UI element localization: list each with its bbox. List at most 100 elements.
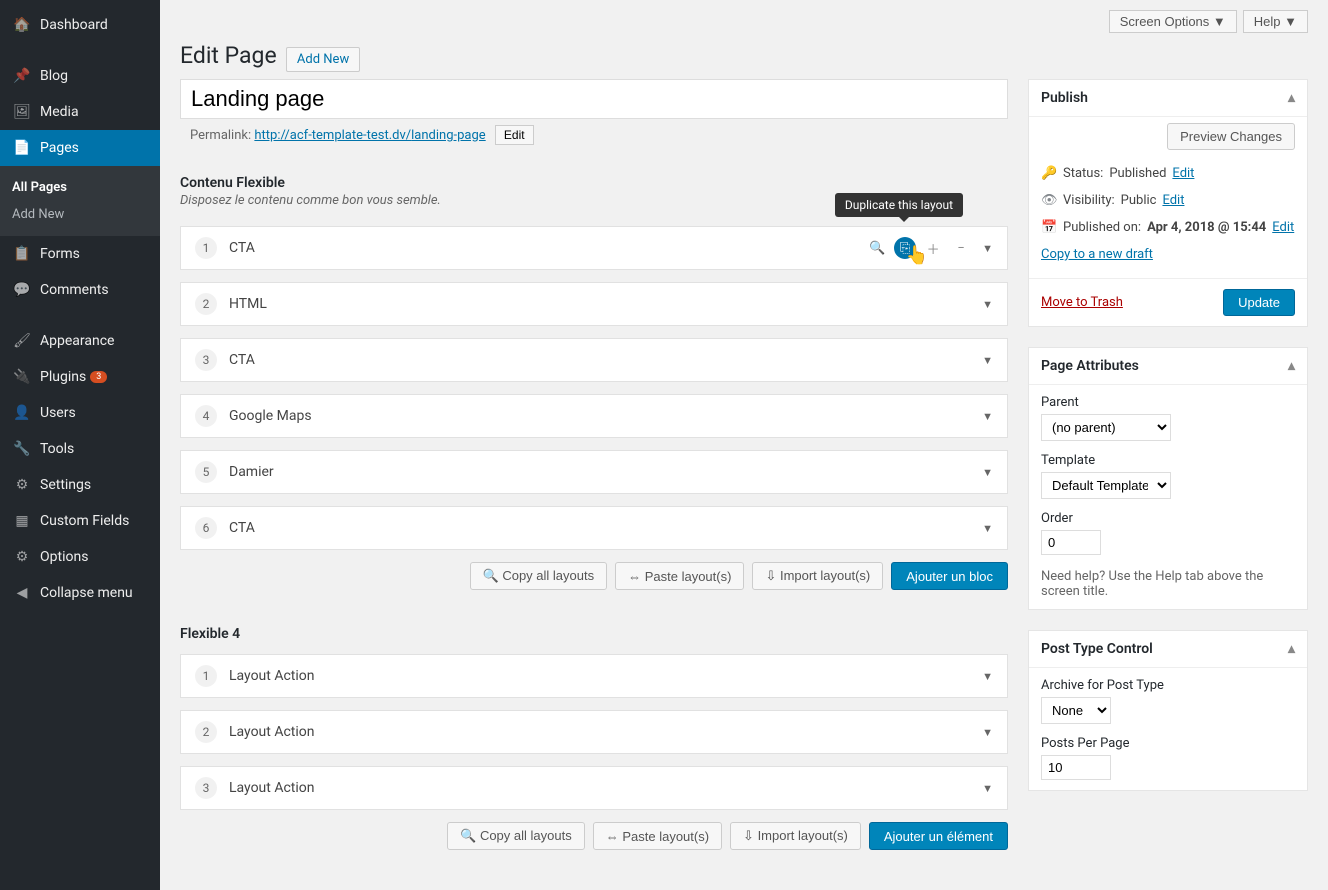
copy-draft-link[interactable]: Copy to a new draft [1041, 247, 1153, 262]
layout-number: 6 [195, 517, 217, 539]
title-input[interactable] [180, 79, 1008, 119]
post-type-box: Post Type Control▴ Archive for Post Type… [1028, 630, 1308, 791]
sidebar-item-dashboard[interactable]: 🏠Dashboard [0, 7, 160, 43]
sidebar-item-media[interactable]: 🖼Media [0, 94, 160, 130]
publish-title: Publish [1041, 90, 1088, 106]
ppp-label: Posts Per Page [1041, 736, 1295, 751]
add-new-button[interactable]: Add New [286, 47, 360, 72]
sidebar-item-label: Users [40, 405, 76, 421]
sidebar-item-settings[interactable]: ⚙Settings [0, 467, 160, 503]
comments-icon: 💬 [12, 280, 32, 300]
order-label: Order [1041, 511, 1295, 526]
layout-number: 2 [195, 721, 217, 743]
archive-select[interactable]: None [1041, 697, 1111, 724]
flexible2-title: Flexible 4 [180, 626, 1008, 642]
page-attrs-title: Page Attributes [1041, 358, 1139, 374]
layout-row[interactable]: 3 Layout Action ▼ [180, 766, 1008, 810]
sidebar-item-custom-fields[interactable]: ▦Custom Fields [0, 503, 160, 539]
sidebar-item-options[interactable]: ⚙Options [0, 539, 160, 575]
flexible1-title: Contenu Flexible [180, 175, 1008, 191]
layout-number: 4 [195, 405, 217, 427]
page-attrs-help: Need help? Use the Help tab above the sc… [1041, 569, 1295, 599]
collapse-box-icon[interactable]: ▴ [1288, 90, 1295, 106]
parent-select[interactable]: (no parent) [1041, 414, 1171, 441]
template-select[interactable]: Default Template [1041, 472, 1171, 499]
sidebar-item-label: Dashboard [40, 17, 108, 33]
forms-icon: 📋 [12, 244, 32, 264]
options-icon: ⚙ [12, 547, 32, 567]
collapse-box-icon[interactable]: ▴ [1288, 641, 1295, 657]
collapse-toggle-icon[interactable]: ▼ [982, 298, 993, 311]
copy-layouts-button[interactable]: 🔍 Copy all layouts [447, 822, 585, 850]
move-to-trash-link[interactable]: Move to Trash [1041, 295, 1123, 310]
help-button[interactable]: Help ▼ [1243, 10, 1308, 33]
update-button[interactable]: Update [1223, 289, 1295, 316]
layout-label: Damier [229, 464, 978, 480]
duplicate-icon[interactable]: ⎘ [894, 237, 916, 259]
collapse-toggle-icon[interactable]: ▼ [982, 670, 993, 683]
layout-row[interactable]: 6 CTA ▼ [180, 506, 1008, 550]
paste-layouts-button[interactable]: ⇔ Paste layout(s) [615, 562, 744, 590]
sidebar-item-label: Blog [40, 68, 68, 84]
collapse-toggle-icon[interactable]: ▼ [982, 726, 993, 739]
layout-row[interactable]: 2 HTML ▼ [180, 282, 1008, 326]
layout-number: 1 [195, 237, 217, 259]
screen-options-button[interactable]: Screen Options ▼ [1109, 10, 1237, 33]
collapse-toggle-icon[interactable]: ▼ [982, 522, 993, 535]
collapse-toggle-icon[interactable]: ▼ [982, 410, 993, 423]
collapse-toggle-icon[interactable]: ▼ [982, 354, 993, 367]
preview-changes-button[interactable]: Preview Changes [1167, 123, 1295, 150]
sidebar-item-blog[interactable]: 📌 Blog [0, 58, 160, 94]
layout-number: 5 [195, 461, 217, 483]
sidebar-item-comments[interactable]: 💬 Comments [0, 272, 160, 308]
template-label: Template [1041, 453, 1295, 468]
sidebar-item-tools[interactable]: 🔧Tools [0, 431, 160, 467]
sidebar-item-users[interactable]: 👤 Users [0, 395, 160, 431]
add-element-button[interactable]: Ajouter un élément [869, 822, 1008, 850]
permalink-edit-button[interactable]: Edit [495, 125, 534, 145]
sidebar-item-label: Comments [40, 282, 109, 298]
edit-status-link[interactable]: Edit [1172, 166, 1194, 181]
sidebar-item-appearance[interactable]: 🖌Appearance [0, 323, 160, 359]
plus-icon[interactable]: ＋ [922, 237, 944, 259]
collapse-toggle-icon[interactable]: ▼ [982, 782, 993, 795]
layout-row[interactable]: 4 Google Maps ▼ [180, 394, 1008, 438]
import-layouts-button[interactable]: ⇩ Import layout(s) [730, 822, 861, 850]
page-title: Edit Page [180, 42, 277, 69]
paste-layouts-button[interactable]: ⇔ Paste layout(s) [593, 822, 722, 850]
sidebar-item-label: Settings [40, 477, 91, 493]
permalink-link[interactable]: http://acf-template-test.dv/landing-page [254, 128, 485, 143]
parent-label: Parent [1041, 395, 1295, 410]
edit-visibility-link[interactable]: Edit [1162, 193, 1184, 208]
search-icon[interactable]: 🔍 [866, 237, 888, 259]
layout-row[interactable]: 2 Layout Action ▼ [180, 710, 1008, 754]
plugins-icon: 🔌 [12, 367, 32, 387]
layout-row[interactable]: 1 Layout Action ▼ [180, 654, 1008, 698]
pin-icon: 📌 [12, 66, 32, 86]
layout-row[interactable]: 3 CTA ▼ [180, 338, 1008, 382]
copy-layouts-button[interactable]: 🔍 Copy all layouts [470, 562, 608, 590]
layout-label: Google Maps [229, 408, 978, 424]
collapse-toggle-icon[interactable]: ▼ [982, 242, 993, 255]
edit-date-link[interactable]: Edit [1272, 220, 1294, 235]
tools-icon: 🔧 [12, 439, 32, 459]
order-input[interactable] [1041, 530, 1101, 555]
archive-label: Archive for Post Type [1041, 678, 1295, 693]
layout-label: Layout Action [229, 780, 978, 796]
sidebar-sub-add-new[interactable]: Add New [0, 201, 160, 228]
sidebar-item-forms[interactable]: 📋Forms [0, 236, 160, 272]
sidebar-item-label: Media [40, 104, 79, 120]
sidebar-sub-all-pages[interactable]: All Pages [0, 174, 160, 201]
collapse-toggle-icon[interactable]: ▼ [982, 466, 993, 479]
collapse-box-icon[interactable]: ▴ [1288, 358, 1295, 374]
sidebar-item-plugins[interactable]: 🔌Plugins3 [0, 359, 160, 395]
sidebar-item-collapse[interactable]: ◀Collapse menu [0, 575, 160, 611]
layout-row[interactable]: 5 Damier ▼ [180, 450, 1008, 494]
import-layouts-button[interactable]: ⇩ Import layout(s) [752, 562, 883, 590]
sidebar-item-pages[interactable]: 📄Pages [0, 130, 160, 166]
layout-row[interactable]: 1 CTA 🔍 ⎘ ＋ − ▼ Duplicate this layout 👆 [180, 226, 1008, 270]
minus-icon[interactable]: − [950, 237, 972, 259]
add-block-button[interactable]: Ajouter un bloc [891, 562, 1008, 590]
ppp-input[interactable] [1041, 755, 1111, 780]
users-icon: 👤 [12, 403, 32, 423]
